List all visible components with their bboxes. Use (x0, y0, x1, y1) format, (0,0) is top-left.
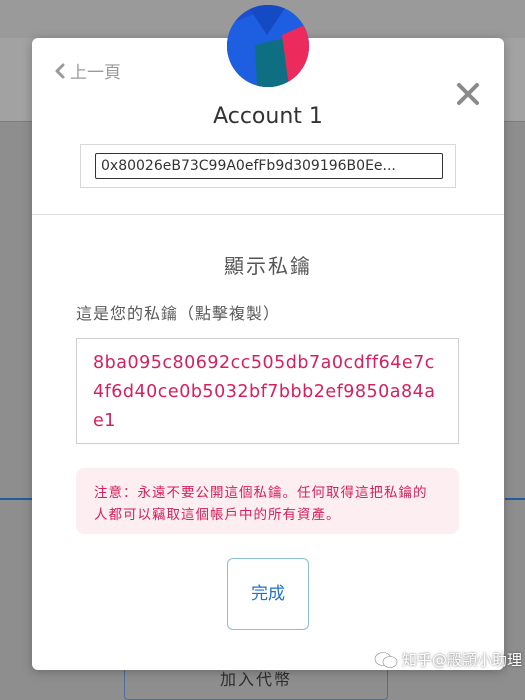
back-link[interactable]: 上一頁 (54, 58, 121, 83)
watermark: 知乎@殿頴小助理 (374, 649, 522, 670)
address-container: 0x80026eB73C99A0efFb9d309196B0Ee... (80, 144, 456, 188)
export-private-key-modal: 上一頁 Account 1 0x80026eB73C99A0efFb9d3091… (32, 5, 504, 670)
address-field[interactable]: 0x80026eB73C99A0efFb9d309196B0Ee... (95, 153, 443, 179)
watermark-text: 知乎@殿頴小助理 (402, 651, 523, 669)
section-title: 顯示私鑰 (224, 254, 312, 278)
wechat-icon (374, 651, 398, 668)
private-key-field[interactable]: 8ba095c80692cc505db7a0cdff64e7c4f6d40ce0… (76, 338, 459, 444)
chevron-left-icon (55, 63, 65, 78)
account-avatar-icon (227, 5, 309, 87)
background-tab-indicator-right (505, 498, 525, 500)
close-icon[interactable] (456, 82, 480, 106)
warning-message: 注意：永遠不要公開這個私鑰。任何取得這把私鑰的人都可以竊取這個帳戶中的所有資產。 (76, 468, 459, 534)
private-key-label: 這是您的私鑰（點擊複製） (76, 304, 281, 323)
back-link-label: 上一頁 (70, 63, 121, 83)
background-tab-indicator (0, 498, 34, 500)
section-divider (32, 214, 504, 215)
account-name: Account 1 (213, 104, 323, 129)
done-button[interactable]: 完成 (227, 558, 309, 630)
